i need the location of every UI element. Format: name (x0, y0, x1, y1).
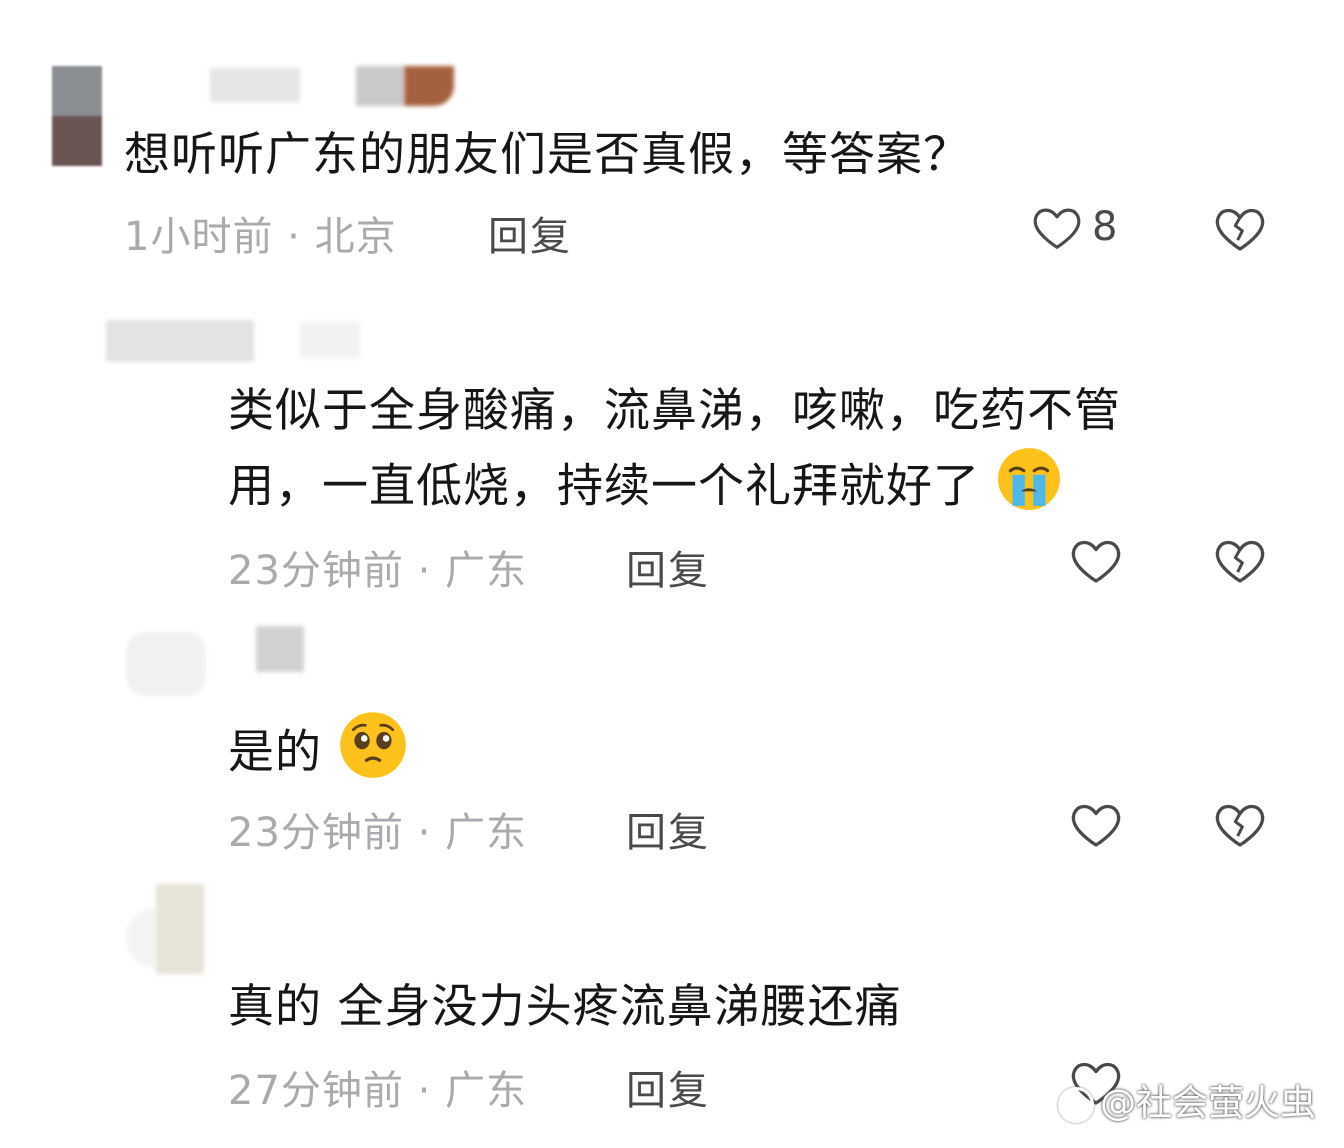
like-count: 8 (1092, 204, 1118, 250)
username-blurred[interactable] (256, 626, 304, 672)
comment-meta: 27分钟前 · 广东 (228, 1068, 528, 1114)
avatar-blurred[interactable] (126, 632, 206, 696)
dislike-button[interactable] (1212, 200, 1268, 256)
broken-heart-icon (1212, 532, 1268, 588)
like-button[interactable] (1068, 796, 1124, 852)
comment-meta: 1小时前 · 北京 (124, 214, 397, 260)
broken-heart-icon (1212, 796, 1268, 852)
comment-text-line: 类似于全身酸痛，流鼻涕，咳嗽，吃药不管 (228, 383, 1121, 437)
username-blurred (300, 322, 360, 358)
user-badge-blurred (404, 66, 454, 106)
comment-text: 真的 全身没力头疼流鼻涕腰还痛 (228, 979, 902, 1033)
username-blurred[interactable] (210, 68, 300, 102)
like-button[interactable]: 8 (1030, 200, 1117, 254)
reply-button[interactable]: 回复 (626, 538, 710, 596)
watermark-text: @社会萤火虫 (1099, 1083, 1316, 1124)
comment-text: 是的 (228, 724, 322, 779)
avatar-blurred[interactable] (156, 884, 204, 974)
reply-button[interactable]: 回复 (626, 800, 710, 858)
comment-text-line: 是的 (228, 710, 408, 800)
comment-text-line: 用，一直低烧，持续一个礼拜就好了 (228, 446, 1062, 532)
dislike-button[interactable] (1212, 532, 1268, 588)
dislike-button[interactable] (1212, 796, 1268, 852)
comment-meta: 23分钟前 · 广东 (228, 810, 528, 856)
watermark: @社会萤火虫 (1057, 1074, 1316, 1126)
heart-outline-icon (1068, 532, 1124, 588)
heart-outline-icon (1068, 796, 1124, 852)
heart-outline-icon (1030, 200, 1084, 254)
comment-meta: 23分钟前 · 广东 (228, 548, 528, 594)
broken-heart-icon (1212, 200, 1268, 256)
user-badge-blurred (356, 66, 404, 106)
comment-text: 想听听广东的朋友们是否真假，等答案？ (124, 127, 970, 181)
avatar[interactable] (52, 66, 102, 166)
username-blurred[interactable] (106, 320, 254, 362)
comment-text-line-content: 用，一直低烧，持续一个礼拜就好了 (228, 458, 980, 513)
avatar-blurred[interactable] (126, 908, 156, 968)
reply-button[interactable]: 回复 (626, 1058, 710, 1116)
reply-button[interactable]: 回复 (488, 204, 572, 262)
like-button[interactable] (1068, 532, 1124, 588)
crying-face-icon (996, 446, 1062, 532)
watermark-logo-icon (1057, 1087, 1094, 1123)
pleading-face-icon (338, 710, 408, 800)
